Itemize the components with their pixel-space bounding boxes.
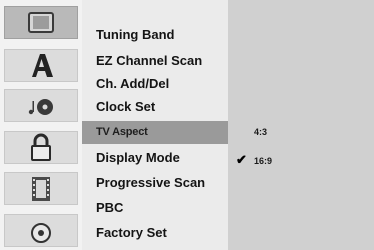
setup-menu-list: Tuning Band EZ Channel Scan Ch. Add/Del … xyxy=(82,0,228,250)
menu-item-pbc[interactable]: PBC xyxy=(96,197,123,219)
menu-item-ez-channel-scan[interactable]: EZ Channel Scan xyxy=(96,50,202,72)
disc-icon[interactable] xyxy=(4,214,78,247)
menu-item-clock-set[interactable]: Clock Set xyxy=(96,96,155,118)
menu-item-ch-add-del[interactable]: Ch. Add/Del xyxy=(96,73,169,95)
menu-item-factory-set[interactable]: Factory Set xyxy=(96,222,167,244)
menu-item-tuning-band[interactable]: Tuning Band xyxy=(96,24,174,46)
letter-a-icon[interactable] xyxy=(4,49,78,82)
option-16-9[interactable]: 16:9 xyxy=(254,156,272,166)
lock-icon[interactable] xyxy=(4,131,78,164)
category-sidebar xyxy=(0,0,82,250)
menu-item-tv-aspect[interactable]: TV Aspect xyxy=(96,121,148,143)
option-4-3[interactable]: 4:3 xyxy=(254,127,267,137)
check-mark-icon: ✔ xyxy=(236,152,247,167)
options-panel: 4:3 ✔ 16:9 xyxy=(228,0,374,250)
music-disc-icon[interactable] xyxy=(4,89,78,122)
menu-highlight-bar[interactable]: TV Aspect xyxy=(82,121,228,144)
setup-menu: Tuning Band EZ Channel Scan Ch. Add/Del … xyxy=(0,0,374,250)
menu-item-display-mode[interactable]: Display Mode xyxy=(96,147,180,169)
tv-icon[interactable] xyxy=(4,6,78,39)
film-icon[interactable] xyxy=(4,172,78,205)
menu-item-progressive-scan[interactable]: Progressive Scan xyxy=(96,172,205,194)
